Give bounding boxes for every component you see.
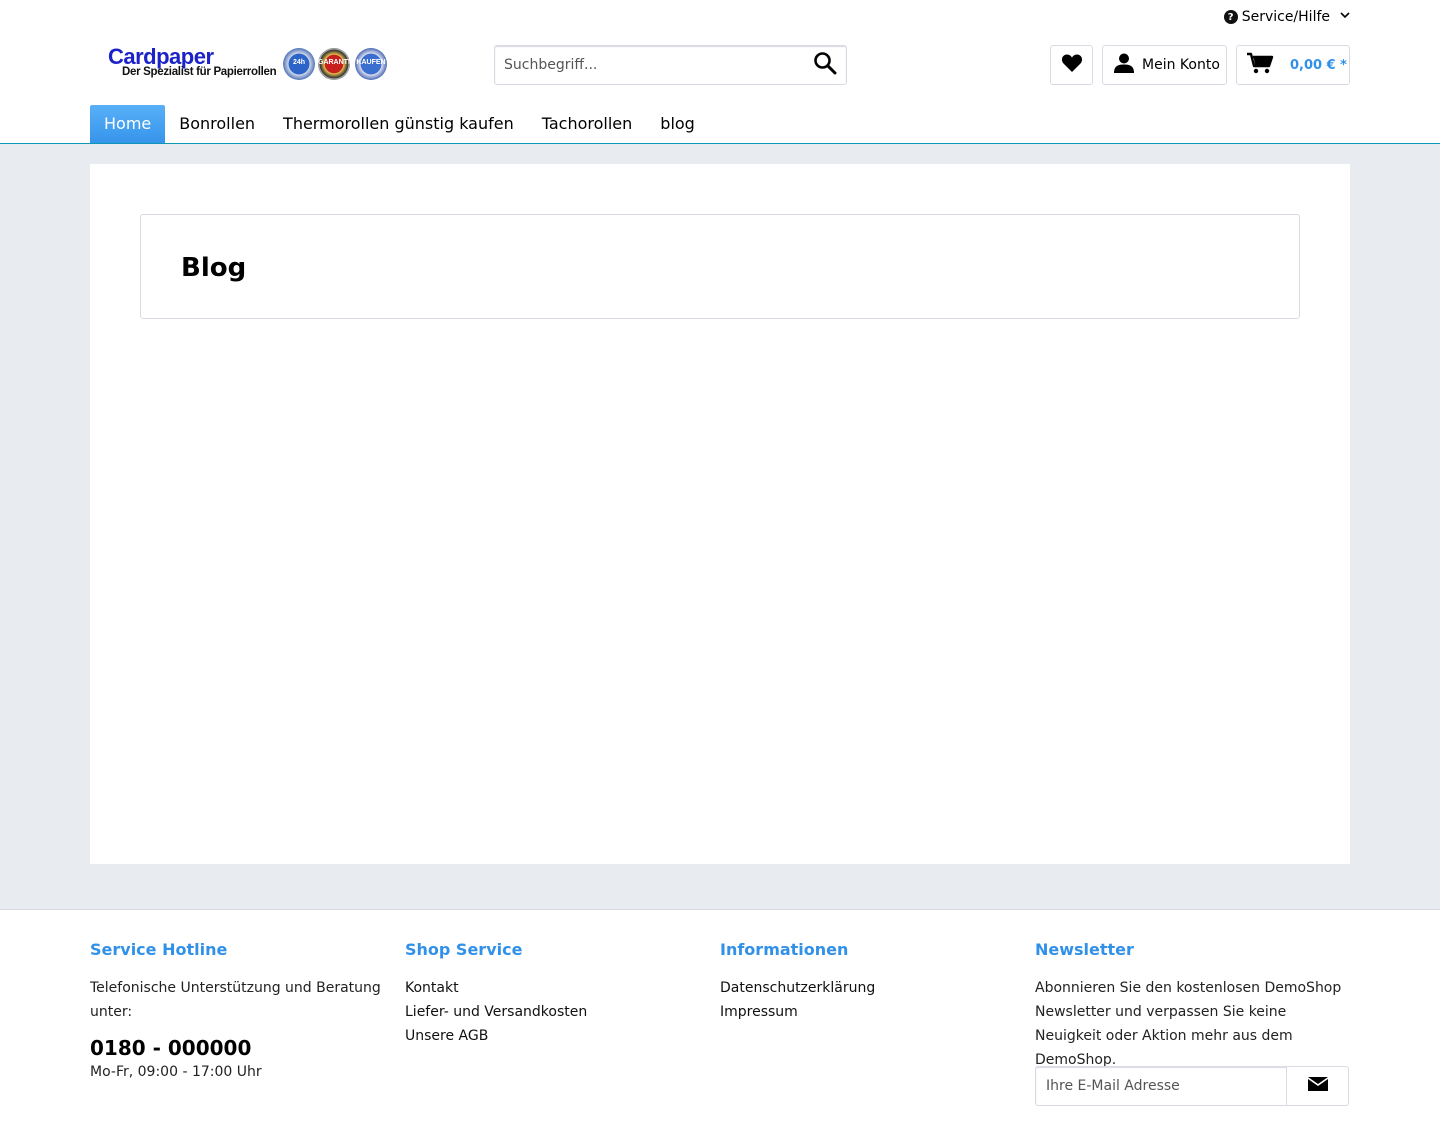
service-help-label: Service/Hilfe [1241, 9, 1330, 25]
newsletter-email-input[interactable] [1035, 1066, 1287, 1106]
seal-24h-icon: 24h [283, 48, 315, 80]
envelope-icon [1307, 1077, 1328, 1095]
nav-item-thermorollen[interactable]: Thermorollen günstig kaufen [269, 105, 528, 143]
cart-amount: 0,00 € * [1290, 57, 1347, 73]
footer-link-impressum[interactable]: Impressum [720, 1000, 1020, 1024]
search-form [494, 45, 847, 85]
footer-shop-service-column: Shop Service Kontakt Liefer- und Versand… [405, 940, 705, 1048]
seal-kaufen-icon: KAUFEN [355, 48, 387, 80]
footer-hotline-column: Service Hotline Telefonische Unterstützu… [90, 940, 390, 1084]
my-account-label: Mein Konto [1142, 57, 1220, 73]
nav-item-tachorollen[interactable]: Tachorollen [528, 105, 647, 143]
footer-newsletter-column: Newsletter Abonnieren Sie den kostenlose… [1035, 940, 1350, 1072]
top-bar: ? Service/Hilfe [0, 0, 1440, 34]
heart-icon [1061, 53, 1083, 77]
wishlist-button[interactable] [1050, 45, 1093, 85]
my-account-button[interactable]: Mein Konto [1102, 45, 1227, 85]
footer-link-agb[interactable]: Unsere AGB [405, 1024, 705, 1048]
content-container: Blog [90, 164, 1350, 864]
user-icon [1113, 52, 1135, 78]
hotline-text: Telefonische Unterstützung und Beratung … [90, 980, 381, 1020]
search-input[interactable] [495, 46, 805, 84]
footer-link-versandkosten[interactable]: Liefer- und Versandkosten [405, 1000, 705, 1024]
footer-informationen-column: Informationen Datenschutzerklärung Impre… [720, 940, 1020, 1024]
nav-item-home[interactable]: Home [90, 105, 166, 143]
service-help-menu[interactable]: ? Service/Hilfe [1223, 6, 1350, 28]
cart-button[interactable]: 0,00 € * [1236, 45, 1350, 85]
search-icon [813, 51, 837, 79]
blog-header-box: Blog [140, 214, 1300, 319]
nav-item-bonrollen[interactable]: Bonrollen [165, 105, 269, 143]
shop-service-heading: Shop Service [405, 940, 523, 959]
hotline-hours: Mo-Fr, 09:00 - 17:00 Uhr [90, 1064, 262, 1080]
seal-garantie-icon: GARANTIE [318, 48, 355, 80]
footer-divider [0, 909, 1440, 910]
chevron-down-icon [1340, 12, 1350, 22]
newsletter-submit-button[interactable] [1286, 1066, 1349, 1106]
logo-tagline: Der Spezialist für Papierrollen [122, 66, 277, 78]
page-title: Blog [181, 253, 247, 283]
footer-link-kontakt[interactable]: Kontakt [405, 976, 705, 1000]
informationen-heading: Informationen [720, 940, 849, 959]
newsletter-form [1035, 1066, 1349, 1106]
footer-link-datenschutz[interactable]: Datenschutzerklärung [720, 976, 1020, 1000]
hotline-heading: Service Hotline [90, 940, 228, 959]
newsletter-text: Abonnieren Sie den kostenlosen DemoShop … [1035, 980, 1342, 1068]
shop-logo[interactable]: Cardpaper Der Spezialist für Papierrolle… [108, 44, 392, 82]
newsletter-heading: Newsletter [1035, 940, 1134, 959]
search-button[interactable] [804, 46, 846, 84]
question-circle-icon: ? [1223, 10, 1238, 24]
cart-icon [1246, 52, 1274, 78]
nav-item-blog[interactable]: blog [646, 105, 709, 143]
main-navigation: Home Bonrollen Thermorollen günstig kauf… [90, 105, 709, 143]
hotline-phone[interactable]: 0180 - 000000 [90, 1036, 390, 1060]
